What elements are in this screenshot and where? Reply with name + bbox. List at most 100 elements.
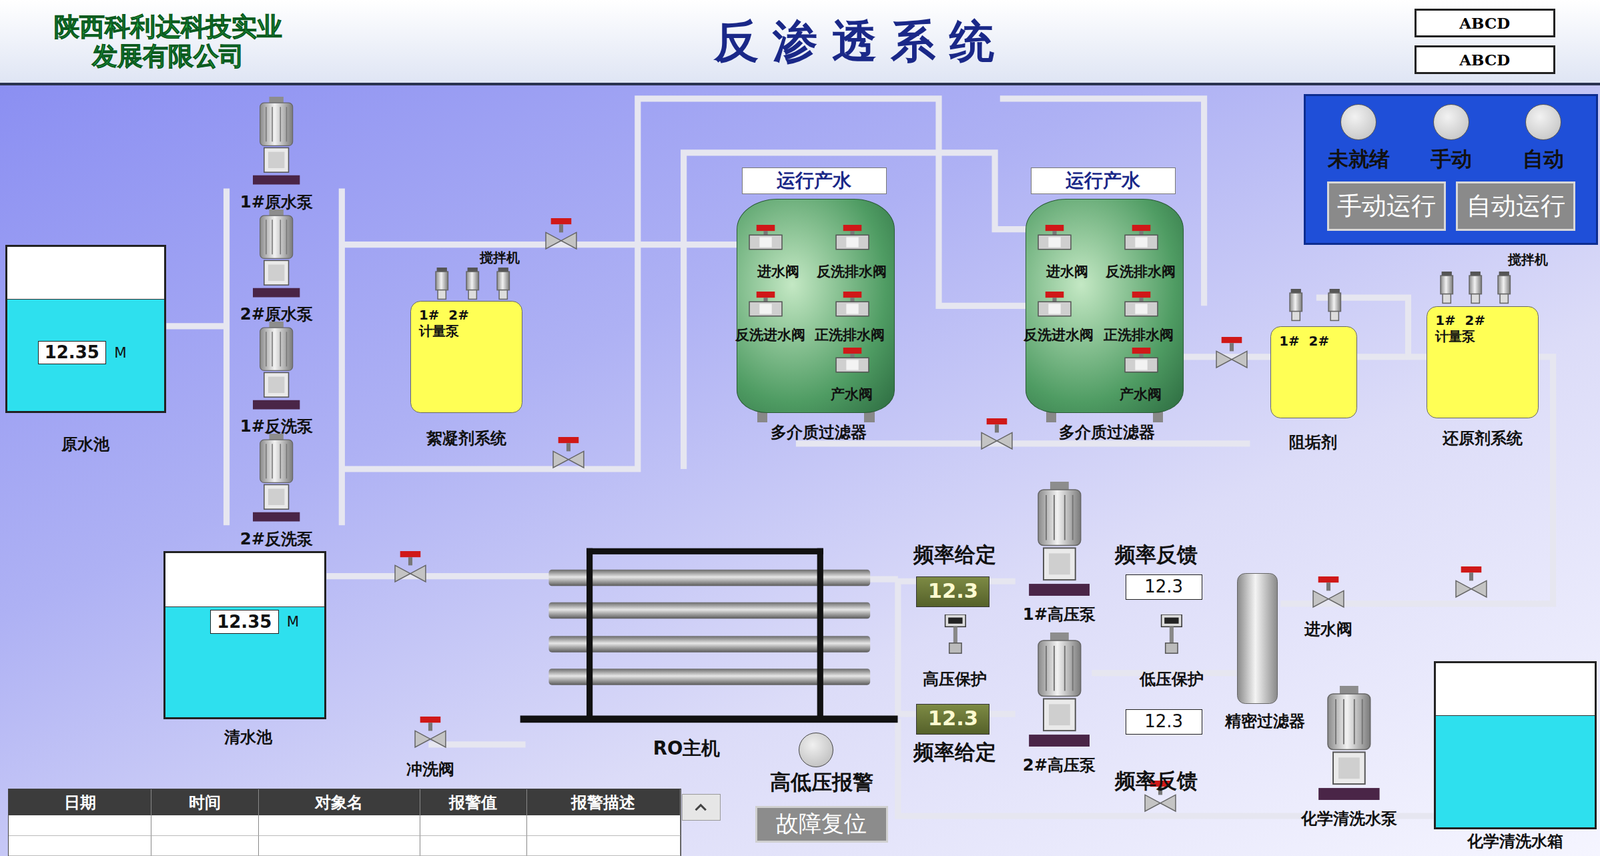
mode-button[interactable]: 自动运行 bbox=[1455, 181, 1575, 231]
pump[interactable]: 2#反洗泵 bbox=[215, 433, 339, 550]
dosing-pump-icon bbox=[1326, 288, 1343, 322]
valve-label: 进水阀 bbox=[1304, 619, 1353, 639]
valve-icon[interactable] bbox=[1036, 291, 1073, 319]
valve-icon[interactable] bbox=[979, 418, 1015, 452]
multimedia-filter: 进水阀反洗排水阀反洗进水阀正洗排水阀产水阀 bbox=[736, 198, 895, 414]
dosing-pump-icon bbox=[433, 267, 450, 301]
valve-icon[interactable] bbox=[747, 224, 784, 252]
valve-icon[interactable] bbox=[1214, 336, 1250, 370]
mode-indicator: 未就绪 bbox=[1312, 104, 1406, 174]
valve-icon[interactable] bbox=[1036, 224, 1073, 252]
pump-icon bbox=[252, 433, 300, 526]
frequency-feedback-label: 频率反馈 bbox=[1114, 769, 1198, 794]
pump-icon bbox=[1028, 632, 1091, 752]
pipe bbox=[326, 573, 551, 580]
inlet-valve-icon[interactable] bbox=[1311, 576, 1346, 610]
pressure-switch-icon bbox=[942, 614, 969, 656]
alarm-table: 日期时间对象名报警值报警描述 bbox=[8, 788, 681, 856]
column-header: 报警描述 bbox=[527, 789, 680, 816]
valve-label: 冲洗阀 bbox=[406, 759, 455, 779]
valve-icon[interactable] bbox=[1122, 291, 1160, 319]
mode-panel: 未就绪手动自动手动运行自动运行 bbox=[1303, 94, 1598, 245]
precision-filter bbox=[1237, 573, 1278, 704]
dosing-pump-icon bbox=[1495, 271, 1512, 305]
pump-icon bbox=[1318, 685, 1380, 806]
valve-label: 正洗排水阀 bbox=[1103, 326, 1174, 344]
pump[interactable]: 2#高压泵 bbox=[998, 632, 1121, 776]
process-diagram: 未就绪手动自动手动运行自动运行12.35M原水池12.35M清水池化学清洗水箱1… bbox=[0, 85, 1600, 856]
ro-unit bbox=[515, 541, 903, 730]
dosing-tank: 1# 2#计量泵 bbox=[1426, 306, 1539, 419]
dosing-pump-icon bbox=[464, 267, 481, 301]
mode-indicator: 自动 bbox=[1497, 104, 1590, 174]
indicator-lamp-icon bbox=[1433, 104, 1470, 141]
valve-icon[interactable] bbox=[1122, 224, 1160, 252]
tag-box: ABCD bbox=[1414, 8, 1556, 38]
clear-water-tank: 12.35M bbox=[163, 551, 327, 720]
valve-icon[interactable] bbox=[392, 551, 428, 584]
dosing-label: 絮凝剂系统 bbox=[426, 428, 507, 448]
dosing-tank: 1# 2#计量泵 bbox=[410, 300, 523, 414]
valve-label: 产水阀 bbox=[1119, 385, 1162, 404]
valve-icon[interactable] bbox=[747, 291, 784, 319]
indicator-lamp-icon bbox=[1525, 104, 1562, 141]
valve-label: 反洗进水阀 bbox=[735, 326, 806, 344]
flush-valve-icon[interactable] bbox=[413, 716, 448, 750]
valve-icon[interactable] bbox=[834, 291, 871, 319]
table-header: 日期时间对象名报警值报警描述 bbox=[8, 789, 680, 816]
frequency-set-label: 频率给定 bbox=[913, 740, 997, 766]
mixer-label: 搅拌机 bbox=[479, 248, 520, 267]
header-bar: 陕西科利达科技实业发展有限公司反渗透系统ABCDABCD bbox=[0, 0, 1600, 86]
alarm-label: 高低压报警 bbox=[769, 770, 874, 796]
frequency-feedback-label: 频率反馈 bbox=[1114, 543, 1198, 568]
column-header: 时间 bbox=[151, 789, 259, 816]
pipe bbox=[869, 576, 899, 583]
tag-box: ABCD bbox=[1414, 45, 1556, 75]
valve-icon[interactable] bbox=[834, 347, 871, 375]
frequency-set-value[interactable]: 12.3 bbox=[916, 703, 990, 735]
table-row bbox=[8, 836, 680, 856]
chevron-up-icon bbox=[692, 802, 709, 813]
frequency-set-value[interactable]: 12.3 bbox=[916, 576, 990, 608]
screen-title: 反渗透系统 bbox=[326, 11, 1396, 73]
protection-label: 低压保护 bbox=[1139, 669, 1204, 689]
valve-label: 反洗进水阀 bbox=[1023, 326, 1094, 344]
precision-filter-label: 精密过滤器 bbox=[1225, 711, 1306, 731]
frequency-set-label: 频率给定 bbox=[913, 543, 997, 568]
valve-icon[interactable] bbox=[551, 437, 586, 470]
pressure-switch-icon bbox=[1158, 614, 1185, 656]
mode-button[interactable]: 手动运行 bbox=[1327, 181, 1446, 231]
ro-label: RO主机 bbox=[653, 736, 721, 761]
pump[interactable]: 1#反洗泵 bbox=[215, 321, 339, 438]
dosing-tank: 1# 2# bbox=[1270, 326, 1358, 419]
pipe bbox=[1357, 354, 1427, 361]
valve-icon[interactable] bbox=[543, 218, 579, 251]
frequency-feedback-value: 12.3 bbox=[1125, 574, 1203, 600]
valve-icon[interactable] bbox=[834, 224, 871, 252]
valve-label: 进水阀 bbox=[1046, 262, 1089, 281]
pump[interactable]: 2#原水泵 bbox=[215, 209, 339, 326]
pump[interactable]: 化学清洗水泵 bbox=[1287, 685, 1411, 830]
pump-icon bbox=[1028, 481, 1091, 602]
dosing-label: 还原剂系统 bbox=[1442, 428, 1523, 448]
filter-status: 运行产水 bbox=[741, 167, 887, 195]
valve-icon[interactable] bbox=[1122, 347, 1160, 375]
scroll-up-button[interactable] bbox=[681, 793, 721, 821]
pump-icon bbox=[252, 96, 300, 189]
filter-label: 多介质过滤器 bbox=[770, 422, 867, 442]
valve-icon[interactable] bbox=[1453, 566, 1489, 600]
valve-label: 正洗排水阀 bbox=[814, 326, 885, 344]
column-header: 报警值 bbox=[420, 789, 528, 816]
pipe bbox=[683, 152, 1033, 470]
mixer-label: 搅拌机 bbox=[1507, 250, 1548, 269]
pipe bbox=[338, 188, 345, 526]
tag-boxes: ABCD ABCD bbox=[1395, 8, 1600, 75]
raw-water-tank: 12.35M bbox=[5, 244, 167, 414]
hmi-screen: 陕西科利达科技实业发展有限公司反渗透系统ABCDABCD未就绪手动自动手动运行自… bbox=[0, 0, 1600, 856]
pump[interactable]: 1#高压泵 bbox=[998, 481, 1121, 626]
pump[interactable]: 1#原水泵 bbox=[215, 96, 339, 213]
pipe bbox=[166, 323, 227, 330]
fault-reset-button[interactable]: 故障复位 bbox=[755, 806, 889, 843]
mode-indicator: 手动 bbox=[1404, 104, 1498, 174]
tank-label: 原水池 bbox=[61, 434, 110, 454]
